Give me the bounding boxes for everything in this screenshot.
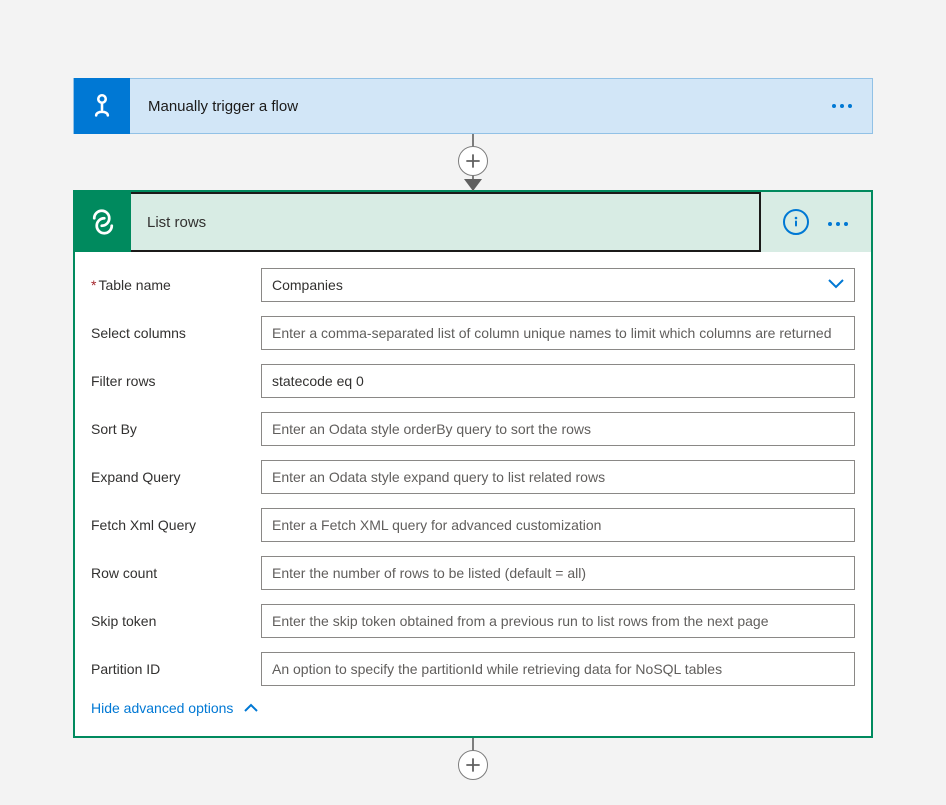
row-skip-token: Skip token [91, 604, 855, 638]
chevron-up-icon [243, 703, 259, 713]
arrow-down-icon [464, 179, 482, 191]
select-columns-input[interactable] [261, 316, 855, 350]
row-count-input[interactable] [261, 556, 855, 590]
action-more-button[interactable] [827, 214, 849, 230]
plus-icon [466, 758, 480, 772]
label-skip-token: Skip token [91, 613, 261, 629]
hide-advanced-options-toggle[interactable]: Hide advanced options [91, 700, 855, 716]
table-name-select[interactable] [261, 268, 855, 302]
row-filter-rows: Filter rows [91, 364, 855, 398]
label-fetch-xml: Fetch Xml Query [91, 517, 261, 533]
connector-top [472, 134, 474, 190]
expand-query-input[interactable] [261, 460, 855, 494]
action-title[interactable]: List rows [131, 192, 761, 252]
trigger-title: Manually trigger a flow [130, 98, 812, 115]
info-button[interactable] [783, 209, 809, 235]
action-body: * Table name Select columns Filter rows [75, 252, 871, 736]
plus-icon [466, 154, 480, 168]
label-text: Table name [98, 277, 170, 293]
partition-id-input[interactable] [261, 652, 855, 686]
label-filter-rows: Filter rows [91, 373, 261, 389]
sort-by-input[interactable] [261, 412, 855, 446]
row-fetch-xml: Fetch Xml Query [91, 508, 855, 542]
label-select-columns: Select columns [91, 325, 261, 341]
action-card: List rows [73, 190, 873, 738]
row-row-count: Row count [91, 556, 855, 590]
info-icon [789, 215, 803, 229]
row-select-columns: Select columns [91, 316, 855, 350]
row-table-name: * Table name [91, 268, 855, 302]
more-horizontal-icon [831, 103, 853, 109]
label-table-name: * Table name [91, 277, 261, 293]
label-row-count: Row count [91, 565, 261, 581]
action-icon-box [75, 192, 131, 252]
insert-step-button-bottom[interactable] [458, 750, 488, 780]
label-sort-by: Sort By [91, 421, 261, 437]
trigger-more-button[interactable] [812, 103, 872, 109]
fetch-xml-input[interactable] [261, 508, 855, 542]
dataverse-icon [88, 207, 118, 237]
label-partition-id: Partition ID [91, 661, 261, 677]
skip-token-input[interactable] [261, 604, 855, 638]
row-sort-by: Sort By [91, 412, 855, 446]
action-header[interactable]: List rows [75, 192, 871, 252]
row-expand-query: Expand Query [91, 460, 855, 494]
insert-step-button[interactable] [458, 146, 488, 176]
trigger-icon-box [74, 78, 130, 134]
trigger-card[interactable]: Manually trigger a flow [73, 78, 873, 134]
required-star-icon: * [91, 277, 96, 293]
filter-rows-input[interactable] [261, 364, 855, 398]
advanced-toggle-label: Hide advanced options [91, 700, 233, 716]
row-partition-id: Partition ID [91, 652, 855, 686]
connector-bottom [472, 738, 474, 778]
label-expand-query: Expand Query [91, 469, 261, 485]
more-horizontal-icon [827, 221, 849, 227]
touch-icon [88, 92, 116, 120]
